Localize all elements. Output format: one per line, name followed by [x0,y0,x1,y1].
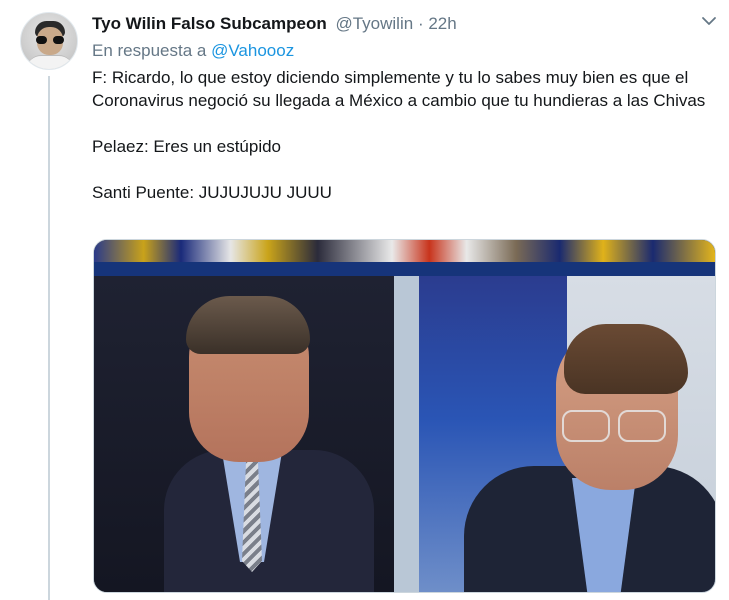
video-panel-divider [394,276,419,592]
tweet-header: Tyo Wilin Falso Subcampeon @Tyowilin · 2… [92,13,457,35]
tweet-text: F: Ricardo, lo que estoy diciendo simple… [92,66,712,204]
reply-prefix: En respuesta a [92,41,207,60]
reply-to-link[interactable]: @Vahoooz [211,41,294,60]
chevron-down-icon[interactable] [700,12,718,30]
person-right-glasses [562,410,666,442]
user-handle[interactable]: @Tyowilin [335,14,413,33]
tv-banner-stripe [94,262,715,276]
tweet-media-image[interactable] [93,239,716,593]
user-avatar-icon[interactable] [20,12,78,70]
tweet-line-gap [92,158,712,181]
person-left-hair [186,296,310,354]
tv-banner [94,240,715,262]
avatar-shirt [27,55,73,69]
tweet-line: F: Ricardo, lo que estoy diciendo simple… [92,68,706,110]
person-right-hair [564,324,688,394]
timestamp[interactable]: 22h [428,14,456,33]
separator-dot: · [417,14,424,33]
avatar-glasses [36,36,64,44]
tweet-line: Pelaez: Eres un estúpido [92,137,282,156]
display-name[interactable]: Tyo Wilin Falso Subcampeon [92,14,327,33]
tweet-line: Santi Puente: JUJUJUJU JUUU [92,183,332,202]
tweet-line-gap [92,112,712,135]
reply-context: En respuesta a @Vahoooz [92,40,294,62]
thread-line [48,76,50,600]
